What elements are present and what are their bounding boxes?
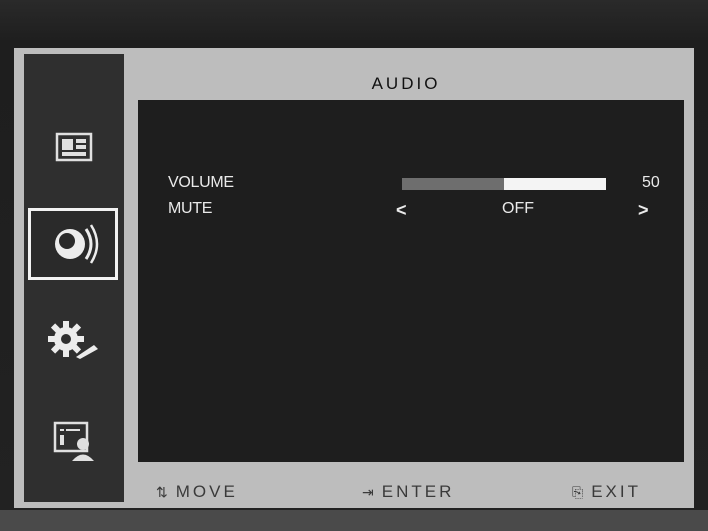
monitor-screen: AUDIO VOLUME 50 MUTE < OFF > ⇅ MOVE ⇥ EN… bbox=[0, 0, 708, 531]
sidebar-item-setup[interactable] bbox=[26, 304, 122, 378]
enter-label: ENTER bbox=[381, 482, 455, 501]
volume-slider-fill bbox=[504, 178, 606, 190]
osd-menu: AUDIO VOLUME 50 MUTE < OFF > ⇅ MOVE ⇥ EN… bbox=[14, 48, 694, 508]
osd-footer: ⇅ MOVE ⇥ ENTER ⎘ EXIT bbox=[126, 478, 686, 506]
monitor-bezel bbox=[0, 510, 708, 531]
mute-label: MUTE bbox=[168, 200, 213, 217]
up-down-arrows-icon: ⇅ bbox=[156, 483, 168, 500]
volume-label: VOLUME bbox=[168, 174, 234, 191]
enter-hint: ⇥ ENTER bbox=[362, 482, 454, 502]
mute-value[interactable]: OFF bbox=[478, 200, 558, 218]
setup-gear-icon bbox=[48, 321, 98, 359]
settings-panel: VOLUME 50 MUTE < OFF > bbox=[138, 100, 684, 462]
picture-icon bbox=[55, 132, 93, 162]
presentation-user-icon bbox=[53, 421, 94, 461]
sidebar-item-presentation[interactable] bbox=[26, 404, 122, 478]
exit-label: EXIT bbox=[591, 482, 641, 501]
exit-hint: ⎘ EXIT bbox=[572, 482, 641, 502]
exit-icon: ⎘ bbox=[572, 483, 584, 500]
sidebar-item-picture[interactable] bbox=[26, 110, 122, 184]
mute-left-arrow[interactable]: < bbox=[396, 200, 407, 221]
move-label: MOVE bbox=[175, 482, 238, 501]
menu-title: AUDIO bbox=[371, 74, 441, 93]
mute-right-arrow[interactable]: > bbox=[638, 200, 649, 221]
move-hint: ⇅ MOVE bbox=[156, 482, 238, 502]
volume-slider[interactable] bbox=[402, 178, 606, 190]
sidebar-item-audio[interactable] bbox=[28, 208, 118, 280]
enter-icon: ⇥ bbox=[362, 483, 374, 500]
volume-value: 50 bbox=[642, 174, 660, 191]
audio-icon bbox=[55, 224, 99, 264]
